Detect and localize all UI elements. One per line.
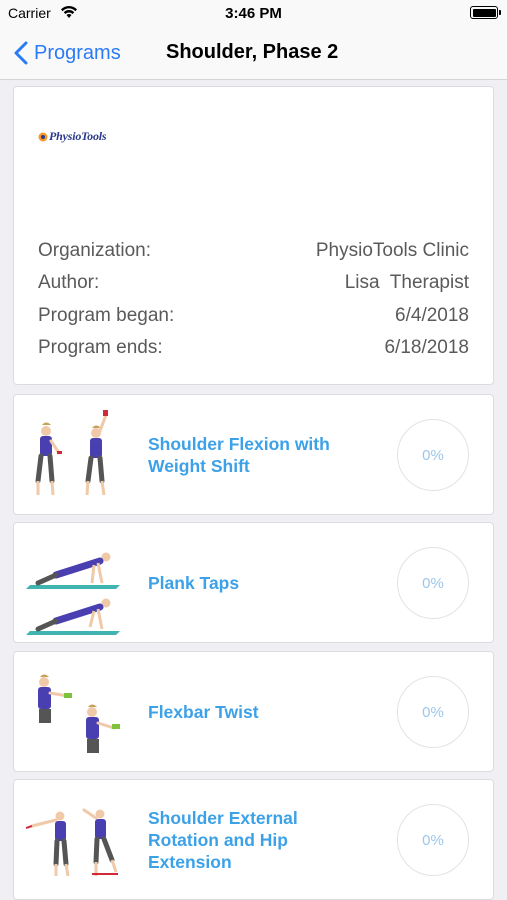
exercise-thumbnail: [26, 552, 120, 635]
exercise-progress[interactable]: 0%: [397, 676, 469, 748]
author-label: Author:: [38, 272, 100, 293]
organization-label: Organization:: [38, 240, 152, 261]
back-button[interactable]: Programs: [14, 38, 121, 68]
program-began-label: Program began:: [38, 305, 175, 326]
page-title: Shoulder, Phase 2: [166, 41, 339, 63]
chevron-left-icon: [14, 41, 28, 65]
logo-mark-icon: [38, 132, 48, 141]
exercise-title: Plank Taps: [148, 573, 240, 593]
exercise-thumbnail: [35, 410, 108, 496]
program-ends-row: Program ends: 6/18/2018: [38, 337, 469, 367]
exercise-progress[interactable]: 0%: [397, 419, 469, 491]
back-button-label: Programs: [34, 41, 121, 64]
physiotools-logo: PhysioTools: [38, 129, 107, 144]
logo-text: PhysioTools: [49, 129, 107, 143]
exercise-card[interactable]: Shoulder External Rotation and Hip Exten…: [13, 779, 494, 900]
program-began-row: Program began: 6/4/2018: [38, 305, 469, 335]
clock-label: 3:46 PM: [225, 5, 282, 22]
exercise-card[interactable]: Shoulder Flexion with Weight Shift 0%: [13, 394, 494, 515]
organization-value: PhysioTools Clinic: [315, 240, 469, 261]
author-row: Author: Lisa Therapist: [38, 272, 469, 302]
exercise-card[interactable]: Flexbar Twist 0%: [13, 651, 494, 772]
organization-row: Organization: PhysioTools Clinic: [38, 240, 469, 270]
navigation-bar: Programs Shoulder, Phase 2: [0, 26, 507, 80]
program-ends-label: Program ends:: [38, 337, 163, 358]
battery-icon: [470, 6, 501, 19]
program-began-value: 6/4/2018: [395, 305, 469, 326]
author-value: Lisa Therapist: [344, 272, 469, 293]
program-info-card: PhysioTools Organization: PhysioTools Cl…: [13, 86, 494, 385]
exercise-title: Flexbar Twist: [148, 702, 259, 722]
exercise-progress[interactable]: 0%: [397, 547, 469, 619]
program-ends-value: 6/18/2018: [384, 337, 469, 358]
exercise-progress[interactable]: 0%: [397, 804, 469, 876]
exercise-thumbnail: [26, 808, 118, 877]
exercise-card[interactable]: Plank Taps 0%: [13, 522, 494, 643]
status-bar: Carrier 3:46 PM: [0, 0, 507, 26]
exercise-thumbnail: [38, 674, 120, 753]
exercise-title: Shoulder External Rotation and Hip Exten…: [148, 808, 298, 872]
exercise-title: Shoulder Flexion with Weight Shift: [148, 434, 330, 476]
